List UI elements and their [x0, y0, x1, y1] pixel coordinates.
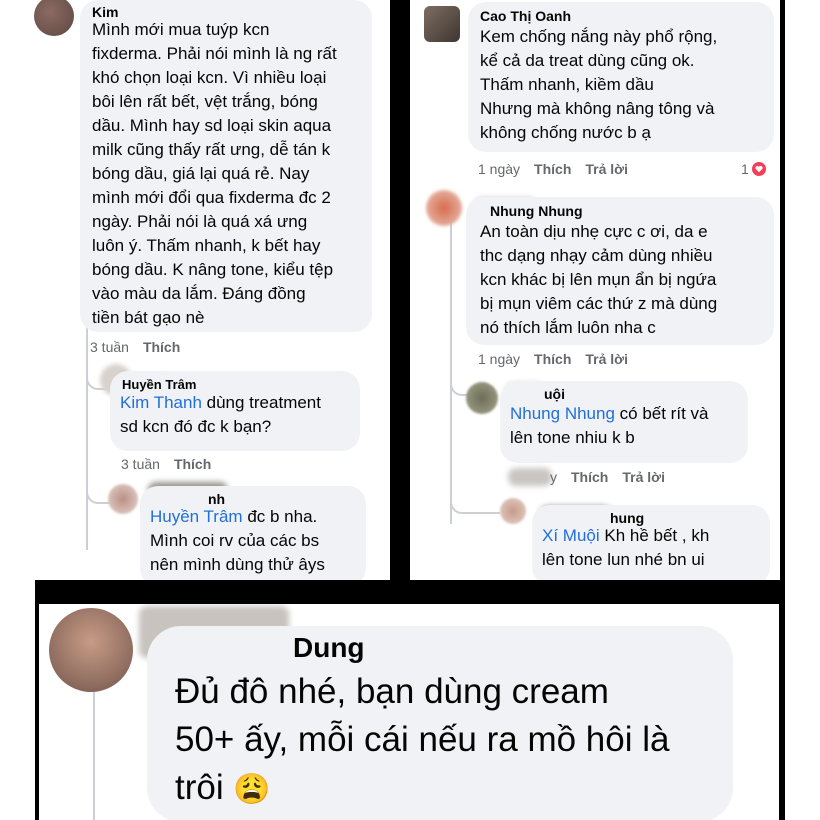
avatar[interactable]	[426, 190, 462, 226]
reply-meta: 3 tuần Thích	[121, 456, 211, 472]
left-screenshot-panel: Kim Mình mới mua tuýp kcn fixderma. Phải…	[28, 0, 390, 580]
comment-time[interactable]: 1 ngày	[478, 351, 520, 367]
comment-text: Đủ đô nhé, bạn dùng cream 50+ ấy, mỗi cá…	[175, 672, 670, 807]
comment-time[interactable]: 3 tuần	[90, 339, 129, 355]
commenter-name[interactable]: Nhung Nhung	[480, 203, 774, 219]
like-button[interactable]: Thích	[571, 469, 608, 485]
frame-divider-vertical	[390, 0, 410, 590]
reply-button[interactable]: Trả lời	[585, 161, 628, 177]
like-button[interactable]: Thích	[143, 339, 180, 355]
avatar[interactable]	[49, 608, 133, 692]
heart-icon	[751, 162, 766, 176]
commenter-name[interactable]: uội	[510, 386, 748, 402]
frame-right-edge	[779, 590, 785, 820]
commenter-name[interactable]: Cao Thị Oanh	[480, 8, 774, 24]
reply-text: Huyền Trâm đc b nha. Mình coi rv của các…	[150, 507, 325, 574]
avatar[interactable]	[108, 484, 138, 514]
avatar[interactable]	[500, 498, 526, 524]
commenter-name[interactable]: Dung	[175, 630, 733, 666]
frame-bottom-band	[35, 578, 785, 604]
comment-text: Mình mới mua tuýp kcn fixderma. Phải nói…	[92, 20, 337, 327]
comment-bubble: Dung Đủ đô nhé, bạn dùng cream 50+ ấy, m…	[147, 626, 733, 820]
reply-bubble: hung Xí Muội Kh hề bết , kh lên tone lun…	[532, 505, 770, 580]
avatar[interactable]	[34, 0, 74, 36]
mention-link[interactable]: Huyền Trâm	[150, 507, 243, 526]
mention-link[interactable]: Nhung Nhung	[510, 404, 615, 423]
frame-right-top-edge	[780, 0, 785, 590]
avatar[interactable]	[466, 382, 498, 414]
thread-line	[93, 692, 95, 820]
reply-bubble: Huyền Trâm Kim Thanh dùng treatment sd k…	[110, 371, 360, 451]
reaction-count[interactable]: 1	[741, 161, 766, 177]
thread-line	[450, 214, 452, 524]
blurred-time	[508, 468, 552, 486]
reply-bubble: uội Nhung Nhung có bết rít và lên tone n…	[500, 381, 748, 463]
comment-time[interactable]: 1 ngày	[478, 161, 520, 177]
thread-connector	[450, 490, 500, 514]
comment-bubble: Nhung Nhung An toàn dịu nhẹ cực c ơi, da…	[466, 197, 774, 345]
weary-face-icon: 😩	[233, 773, 271, 806]
right-screenshot-panel: Cao Thị Oanh Kem chống nắng này phổ rộng…	[410, 0, 780, 580]
reply-text: Xí Muội Kh hề bết , kh lên tone lun nhé …	[542, 526, 710, 569]
like-button[interactable]: Thích	[534, 161, 571, 177]
comment-meta: 3 tuần Thích	[90, 339, 180, 355]
commenter-name[interactable]: Huyền Trâm	[120, 377, 360, 392]
bottom-screenshot-panel: Dung Đủ đô nhé, bạn dùng cream 50+ ấy, m…	[39, 604, 779, 820]
comment-text: An toàn dịu nhẹ cực c ơi, da e thc dạng …	[480, 222, 718, 337]
comment-time[interactable]: y	[550, 469, 557, 485]
reply-text: Nhung Nhung có bết rít và lên tone nhiu …	[510, 404, 709, 447]
reply-bubble: nh Huyền Trâm đc b nha. Mình coi rv của …	[140, 486, 366, 580]
mention-link[interactable]: Xí Muội	[542, 526, 600, 545]
mention-link[interactable]: Kim Thanh	[120, 393, 202, 412]
comment-meta: 1 ngày Thích Trả lời	[478, 351, 628, 367]
comment-bubble: Kim Mình mới mua tuýp kcn fixderma. Phải…	[80, 0, 372, 332]
like-button[interactable]: Thích	[534, 351, 571, 367]
reply-text: Kim Thanh dùng treatment sd kcn đó đc k …	[120, 393, 321, 436]
avatar[interactable]	[424, 6, 460, 42]
comment-bubble: Cao Thị Oanh Kem chống nắng này phổ rộng…	[468, 2, 774, 152]
comment-time[interactable]: 3 tuần	[121, 456, 160, 472]
reply-meta: y Thích Trả lời	[550, 469, 665, 485]
like-button[interactable]: Thích	[174, 456, 211, 472]
reply-button[interactable]: Trả lời	[585, 351, 628, 367]
reply-button[interactable]: Trả lời	[622, 469, 665, 485]
comment-text: Kem chống nắng này phổ rộng, kể cả da tr…	[480, 27, 718, 142]
comment-meta: 1 ngày Thích Trả lời	[478, 161, 628, 177]
